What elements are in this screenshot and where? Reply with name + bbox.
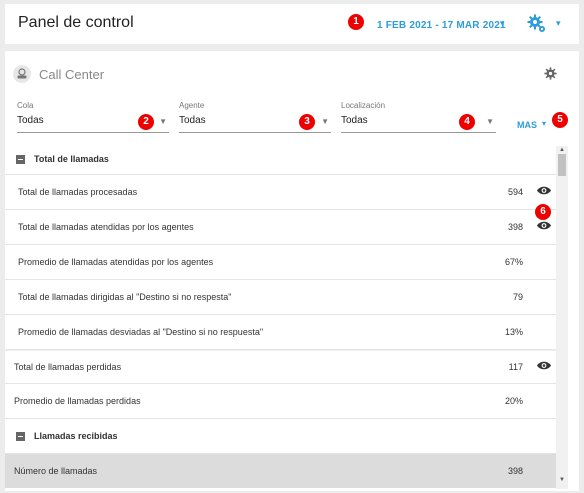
eye-icon[interactable]	[536, 360, 552, 373]
row-value: 79	[512, 292, 523, 302]
gear-icon[interactable]	[527, 14, 547, 39]
widget-title: Call Center	[39, 67, 105, 82]
metrics-list: Total de llamadas Total de llamadas proc…	[5, 146, 556, 350]
row-label: Total de llamadas dirigidas al "Destino …	[18, 292, 232, 302]
scrollbar[interactable]: ▲ ▼	[556, 146, 568, 489]
scroll-up-arrow-icon[interactable]: ▲	[559, 147, 565, 153]
chevron-down-icon: ▼	[321, 117, 329, 126]
table-row: Promedio de llamadas desviadas al "Desti…	[5, 315, 556, 349]
row-label: Promedio de llamadas desviadas al "Desti…	[18, 327, 264, 337]
date-range-button[interactable]: 1 FEB 2021 - 17 MAR 2021	[377, 20, 506, 31]
annotation-badge: 5	[552, 112, 568, 128]
table-row: Total de llamadas procesadas 594	[5, 175, 556, 210]
call-center-icon	[13, 65, 31, 83]
page-title: Panel de control	[18, 14, 134, 31]
annotation-badge: 1	[348, 14, 364, 30]
row-value: 13%	[504, 327, 523, 337]
select-value: Todas	[341, 115, 368, 126]
metrics-list-continued: Total de llamadas perdidas 117 Promedio …	[5, 351, 556, 489]
select-value: Todas	[179, 115, 206, 126]
row-label: Promedio de llamadas atendidas por los a…	[18, 257, 214, 267]
row-value: 67%	[504, 257, 523, 267]
annotation-badge: 3	[299, 114, 315, 130]
table-row: Promedio de llamadas atendidas por los a…	[5, 245, 556, 280]
row-value: 594	[507, 187, 523, 197]
section-total-llamadas[interactable]: Total de llamadas	[5, 146, 556, 175]
chevron-down-icon[interactable]: ▾	[500, 18, 505, 29]
annotation-badge: 2	[138, 114, 154, 130]
table-row: Total de llamadas dirigidas al "Destino …	[5, 280, 556, 315]
section-llamadas-recibidas[interactable]: Llamadas recibidas	[5, 419, 556, 454]
row-value: 398	[507, 222, 523, 232]
table-row-selected[interactable]: Número de llamadas 398	[5, 454, 556, 488]
scrollbar-thumb[interactable]	[558, 154, 566, 176]
table-row: Promedio de llamadas perdidas 20%	[5, 384, 556, 419]
row-value: 117	[508, 362, 523, 372]
row-value: 20%	[504, 396, 523, 406]
row-label: Total de llamadas procesadas	[18, 187, 138, 197]
filter-label: Localización	[341, 101, 386, 110]
eye-icon[interactable]	[536, 185, 552, 198]
widget-gear-icon[interactable]	[544, 67, 557, 85]
table-row: Total de llamadas perdidas 117	[5, 351, 556, 384]
chevron-down-icon: ▼	[486, 117, 494, 126]
scroll-down-arrow-icon[interactable]: ▼	[559, 477, 565, 483]
collapse-icon[interactable]	[16, 432, 25, 441]
annotation-badge: 4	[459, 114, 475, 130]
annotation-badge: 6	[535, 204, 551, 220]
row-value: 398	[507, 466, 523, 476]
collapse-icon[interactable]	[16, 155, 25, 164]
row-label: Número de llamadas	[14, 466, 98, 476]
section-title: Total de llamadas	[34, 154, 109, 164]
table-row: Total de llamadas atendidas por los agen…	[5, 210, 556, 245]
chevron-down-icon: ▼	[159, 117, 167, 126]
row-label: Total de llamadas perdidas	[14, 362, 122, 372]
top-bar: Panel de control 1 FEB 2021 - 17 MAR 202…	[5, 4, 579, 44]
section-title: Llamadas recibidas	[34, 431, 118, 441]
filter-label: Agente	[179, 101, 205, 110]
settings-chevron-down-icon[interactable]: ▾	[556, 18, 561, 29]
more-filters-button[interactable]: MAS	[517, 120, 537, 130]
chevron-down-icon[interactable]: ▾	[542, 119, 546, 128]
filter-label: Cola	[17, 101, 34, 110]
eye-icon[interactable]	[536, 220, 552, 233]
row-label: Promedio de llamadas perdidas	[14, 396, 141, 406]
select-value: Todas	[17, 115, 44, 126]
row-label: Total de llamadas atendidas por los agen…	[18, 222, 194, 232]
